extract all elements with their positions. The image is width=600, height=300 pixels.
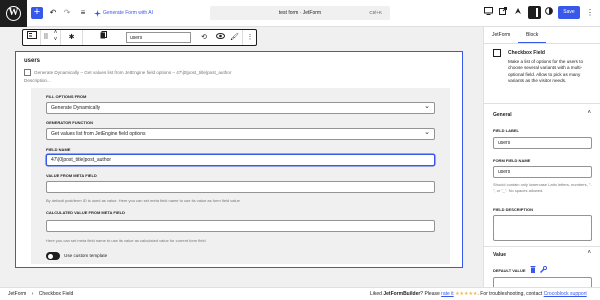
desktop-icon	[483, 7, 493, 15]
view-form-button[interactable]	[497, 5, 509, 21]
conditional-logic-icon[interactable]: ✱	[61, 30, 83, 45]
block-type-switcher[interactable]	[23, 30, 41, 45]
default-value-label: DEFAULT VALUE	[493, 268, 526, 273]
generate-form-ai-label: Generate Form with AI	[103, 10, 154, 16]
generator-function-select[interactable]: Get values list from JetEngine field opt…	[46, 127, 435, 140]
default-value-input[interactable]	[493, 277, 592, 287]
jetform-settings-button[interactable]	[512, 5, 524, 21]
options-menu-icon[interactable]: ⋮	[586, 6, 594, 19]
undo-icon[interactable]: ↶	[48, 7, 58, 19]
options-panel: FILL OPTIONS FROM Generate Dynamically G…	[31, 88, 450, 264]
block-card-title: Checkbox Field	[508, 50, 545, 56]
preview-checkbox[interactable]	[24, 69, 31, 76]
sync-icon[interactable]: ⟲	[195, 30, 213, 45]
description-placeholder[interactable]: Description...	[24, 78, 51, 83]
rating-stars[interactable]: ★★★★★	[455, 291, 477, 297]
chevron-up-icon[interactable]: ˄	[51, 30, 60, 37]
external-link-icon	[499, 7, 507, 15]
wordpress-logo-icon: W	[6, 6, 21, 21]
sparkle-icon	[94, 9, 101, 17]
breadcrumb-current[interactable]: Checkbox Field	[39, 291, 73, 297]
add-block-button[interactable]: +	[31, 7, 43, 19]
block-more-options-icon[interactable]: ⋮	[243, 30, 257, 45]
custom-template-label: Use custom template	[64, 253, 108, 258]
jetform-logo-icon	[515, 8, 521, 14]
editor-top-bar: W + ↶ ↷ ≡ Generate Form with AI test for…	[0, 0, 600, 27]
calculated-value-help: Here you can set meta field name to use …	[46, 238, 206, 243]
generator-function-label: GENERATOR FUNCTION	[46, 120, 93, 125]
checkbox-block-icon	[26, 31, 37, 39]
duplicate-icon	[100, 31, 107, 39]
rate-mid: ? Please	[420, 291, 442, 297]
field-label-input[interactable]: users	[493, 137, 592, 149]
block-toolbar: ⠿ ˄ ˅ ✱ users ⟲ 🖌 ⋮	[22, 29, 257, 46]
field-name-label: FIELD NAME	[46, 147, 71, 152]
move-block-arrows[interactable]: ˄ ˅	[51, 30, 61, 45]
visibility-eye-icon[interactable]	[213, 30, 227, 45]
document-title: test form · JetForm	[278, 10, 322, 16]
value-from-meta-label: VALUE FROM META FIELD	[46, 173, 97, 178]
preview-device-button[interactable]	[482, 5, 494, 21]
breadcrumb-separator: ›	[31, 291, 34, 297]
field-description-textarea[interactable]	[493, 215, 592, 241]
style-brush-icon[interactable]: 🖌	[227, 30, 243, 45]
custom-template-toggle[interactable]	[46, 252, 60, 260]
value-from-meta-input[interactable]	[46, 181, 435, 193]
fill-options-label: FILL OPTIONS FROM	[46, 94, 87, 99]
checkbox-field-block[interactable]: users Generate Dynamically – Get values …	[15, 51, 463, 268]
support-link[interactable]: Crocoblock support	[544, 291, 587, 297]
keyboard-shortcut: Ctrl+K	[369, 10, 382, 15]
drag-handle-icon[interactable]: ⠿	[41, 30, 51, 45]
eye-icon	[215, 33, 225, 39]
calculated-value-label: CALCULATED VALUE FROM META FIELD	[46, 210, 125, 215]
general-panel-divider	[484, 246, 600, 247]
card-divider	[484, 103, 600, 104]
save-button[interactable]: Save	[558, 6, 580, 19]
value-panel-toggle[interactable]: Value	[493, 252, 506, 258]
field-label-heading[interactable]: users	[24, 58, 40, 64]
tabs-divider	[484, 43, 600, 44]
wrench-icon[interactable]	[539, 265, 548, 274]
rate-suffix: . For troubleshooting, contact	[477, 291, 544, 297]
rate-it-link[interactable]: rate it	[441, 291, 454, 297]
checkbox-block-icon	[493, 49, 501, 57]
status-footer: JetForm › Checkbox Field Liked JetFormBu…	[0, 287, 600, 300]
trash-icon[interactable]	[530, 266, 536, 273]
tab-block[interactable]: Block	[518, 27, 547, 43]
preview-option-label: Generate Dynamically – Get values list f…	[34, 70, 232, 75]
calculated-value-input[interactable]	[46, 220, 435, 232]
form-field-name-label: FORM FIELD NAME	[493, 158, 531, 163]
fill-options-select[interactable]: Generate Dynamically	[46, 101, 435, 114]
rate-brand: JetFormBuilder	[383, 291, 421, 297]
settings-sidebar: JetForm Block Checkbox Field Make a list…	[483, 27, 600, 287]
chevron-up-icon[interactable]: ˄	[587, 250, 591, 256]
styles-button[interactable]	[543, 5, 555, 21]
block-card-description: Make a list of options for the users to …	[508, 59, 584, 83]
general-panel-toggle[interactable]: General	[493, 112, 512, 118]
copy-icon[interactable]	[83, 30, 123, 45]
wordpress-logo-button[interactable]: W	[0, 0, 27, 27]
settings-sidebar-toggle[interactable]	[528, 6, 541, 19]
rate-notice: Liked JetFormBuilder? Please rate it ★★★…	[370, 288, 587, 300]
chevron-down-icon[interactable]: ˅	[51, 37, 60, 44]
redo-icon[interactable]: ↷	[62, 7, 72, 19]
breadcrumb: JetForm › Checkbox Field	[8, 288, 73, 300]
form-field-name-help: Should contain only lowercase Latin lett…	[493, 182, 592, 193]
command-palette-button[interactable]: test form · JetForm Ctrl+K	[210, 6, 390, 20]
field-label-label: FIELD LABEL	[493, 128, 519, 133]
breadcrumb-root[interactable]: JetForm	[8, 291, 26, 297]
rate-prefix: Liked	[370, 291, 384, 297]
generate-form-ai-button[interactable]: Generate Form with AI	[94, 7, 153, 19]
value-from-meta-help: By default post/term ID is used as value…	[46, 198, 240, 203]
chevron-up-icon[interactable]: ˄	[587, 110, 591, 116]
field-name-toolbar-input[interactable]: users	[126, 32, 191, 43]
field-description-label: FIELD DESCRIPTION	[493, 207, 534, 212]
list-view-icon[interactable]: ≡	[78, 7, 88, 19]
form-field-name-input[interactable]: users	[493, 166, 592, 178]
field-name-input[interactable]: 47\|0|post_title|post_author	[46, 154, 435, 166]
half-circle-icon	[545, 7, 553, 15]
tab-jetform[interactable]: JetForm	[484, 27, 518, 43]
